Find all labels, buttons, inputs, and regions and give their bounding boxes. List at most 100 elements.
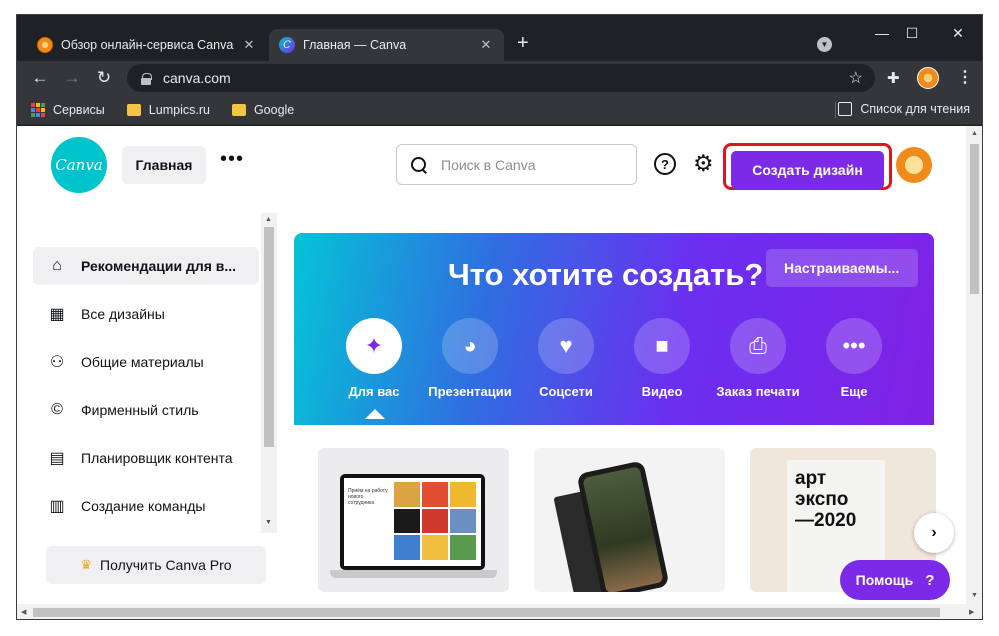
- category-label: Заказ печати: [716, 384, 800, 399]
- bookmark-star-icon[interactable]: ☆: [849, 68, 863, 88]
- sidebar-item-recommendations[interactable]: ⌂ Рекомендации для в...: [33, 247, 259, 285]
- tab-title: Обзор онлайн-сервиса Canva: [61, 38, 234, 52]
- home-button[interactable]: Главная: [122, 146, 206, 184]
- help-icon[interactable]: ?: [654, 153, 676, 175]
- tab-search-icon[interactable]: ▼: [817, 37, 832, 52]
- scroll-right-icon[interactable]: ▶: [969, 608, 974, 616]
- search-box[interactable]: [396, 144, 637, 185]
- hero-banner: Что хотите создать? Настраиваемы... ✦ Дл…: [294, 233, 934, 425]
- help-button-label: Помощь: [855, 572, 914, 588]
- scroll-left-icon[interactable]: ◀: [21, 608, 26, 616]
- category-social[interactable]: ♥ Соцсети: [518, 318, 614, 399]
- extensions-puzzle-icon[interactable]: ✚: [887, 69, 900, 87]
- tab-canva-review[interactable]: Обзор онлайн-сервиса Canva ✕: [27, 29, 267, 61]
- create-design-button[interactable]: Создать дизайн: [731, 151, 884, 189]
- page-vertical-scrollbar[interactable]: ▲ ▼: [966, 126, 982, 604]
- address-bar[interactable]: canva.com ☆: [127, 64, 875, 92]
- bookmarks-bar: Сервисы Lumpics.ru Google Список для чте…: [17, 95, 982, 125]
- template-card-social[interactable]: [534, 448, 725, 592]
- category-for-you[interactable]: ✦ Для вас: [326, 318, 422, 399]
- gear-icon[interactable]: ⚙: [693, 150, 714, 177]
- category-label: Соцсети: [539, 384, 593, 399]
- help-button[interactable]: Помощь ?: [840, 560, 950, 600]
- sidebar-item-planner[interactable]: ▤ Планировщик контента: [33, 439, 259, 477]
- category-print[interactable]: ⎙ Заказ печати: [710, 318, 806, 399]
- sidebar-item-label: Рекомендации для в...: [81, 258, 237, 274]
- apps-grid-icon: [31, 102, 45, 117]
- reading-list-icon: [838, 102, 853, 116]
- team-building-icon: ▥: [49, 498, 65, 515]
- video-icon: ■: [634, 318, 690, 374]
- more-icon: •••: [826, 318, 882, 374]
- tab-title: Главная — Canva: [303, 38, 407, 52]
- calendar-icon: ▤: [49, 450, 65, 467]
- scroll-up-icon[interactable]: ▲: [265, 216, 272, 223]
- bookmark-lumpics[interactable]: Lumpics.ru: [126, 103, 210, 117]
- more-icon[interactable]: •••: [220, 148, 244, 171]
- hero-title: Что хотите создать?: [448, 257, 764, 292]
- sidebar-item-brand[interactable]: © Фирменный стиль: [33, 391, 259, 429]
- folder-icon: [231, 103, 246, 116]
- laptop-base: [330, 570, 497, 578]
- sidebar-item-shared[interactable]: ⚇ Общие материалы: [33, 343, 259, 381]
- presentation-icon: ◕: [442, 318, 498, 374]
- browser-menu-icon[interactable]: ⋮: [957, 67, 973, 87]
- sidebar-item-label: Фирменный стиль: [81, 402, 199, 418]
- template-card-presentation[interactable]: Приём на работу нового сотрудника: [318, 448, 509, 592]
- close-window-button[interactable]: ✕: [943, 25, 973, 42]
- crown-icon: ♛: [80, 557, 93, 572]
- sidebar-item-label: Планировщик контента: [81, 450, 233, 466]
- bookmarks-divider: [835, 102, 836, 118]
- sidebar-scrollbar[interactable]: ▲ ▼: [261, 213, 277, 533]
- poster-text: арт экспо —2020: [795, 468, 857, 531]
- bookmark-google[interactable]: Google: [231, 102, 295, 117]
- sidebar-item-all-designs[interactable]: ▦ Все дизайны: [33, 295, 259, 333]
- laptop-image: Приём на работу нового сотрудника: [340, 474, 485, 570]
- template-preview-text: Приём на работу нового сотрудника: [348, 488, 388, 506]
- category-more[interactable]: ••• Еще: [806, 318, 902, 399]
- reading-list-label: Список для чтения: [860, 102, 970, 116]
- active-category-notch: [365, 409, 385, 419]
- scroll-down-icon[interactable]: ▼: [971, 592, 978, 599]
- sidebar-item-label: Все дизайны: [81, 306, 165, 322]
- category-presentations[interactable]: ◕ Презентации: [422, 318, 518, 399]
- category-label: Презентации: [428, 384, 512, 399]
- profile-avatar-icon[interactable]: [917, 67, 939, 89]
- category-video[interactable]: ■ Видео: [614, 318, 710, 399]
- sidebar-scroll-thumb[interactable]: [264, 227, 274, 447]
- bookmark-apps[interactable]: Сервисы: [31, 102, 105, 117]
- get-pro-button[interactable]: ♛ Получить Canva Pro: [46, 546, 266, 584]
- sidebar-item-label: Создание команды: [81, 498, 206, 514]
- page-scroll-thumb[interactable]: [970, 144, 979, 294]
- reload-icon[interactable]: ↻: [93, 67, 115, 89]
- tab-canva-home[interactable]: C Главная — Canva ✕: [269, 29, 504, 61]
- scroll-down-icon[interactable]: ▼: [265, 519, 272, 526]
- sparkle-icon: ✦: [346, 318, 402, 374]
- minimize-button[interactable]: —: [867, 25, 897, 41]
- page-horizontal-scrollbar[interactable]: ◀ ▶: [17, 604, 982, 619]
- canva-logo[interactable]: Canva: [51, 137, 107, 193]
- avatar[interactable]: [896, 147, 932, 183]
- sidebar-item-team[interactable]: ▥ Создание команды: [33, 487, 259, 525]
- lumpics-favicon-icon: [37, 37, 53, 53]
- bookmark-label: Сервисы: [53, 102, 105, 117]
- tab-close-icon[interactable]: ✕: [478, 37, 494, 53]
- tab-close-icon[interactable]: ✕: [241, 37, 257, 53]
- search-input[interactable]: [441, 156, 611, 173]
- new-tab-button[interactable]: +: [517, 33, 529, 53]
- reading-list-button[interactable]: Список для чтения: [838, 102, 970, 116]
- sidebar: ⌂ Рекомендации для в... ▦ Все дизайны ⚇ …: [17, 213, 279, 619]
- lock-icon: [141, 72, 152, 85]
- forward-arrow-icon[interactable]: →: [61, 67, 83, 89]
- heart-icon: ♥: [538, 318, 594, 374]
- scroll-up-icon[interactable]: ▲: [971, 130, 978, 137]
- brand-icon: ©: [51, 401, 63, 418]
- back-arrow-icon[interactable]: ←: [29, 67, 51, 89]
- page-hscroll-thumb[interactable]: [33, 608, 940, 617]
- custom-size-button[interactable]: Настраиваемы...: [766, 249, 918, 287]
- browser-window: Обзор онлайн-сервиса Canva ✕ C Главная —…: [16, 14, 983, 620]
- get-pro-label: Получить Canva Pro: [100, 557, 232, 573]
- maximize-button[interactable]: ☐: [897, 25, 927, 42]
- bookmark-label: Google: [253, 102, 295, 117]
- chevron-right-icon[interactable]: ›: [914, 513, 954, 553]
